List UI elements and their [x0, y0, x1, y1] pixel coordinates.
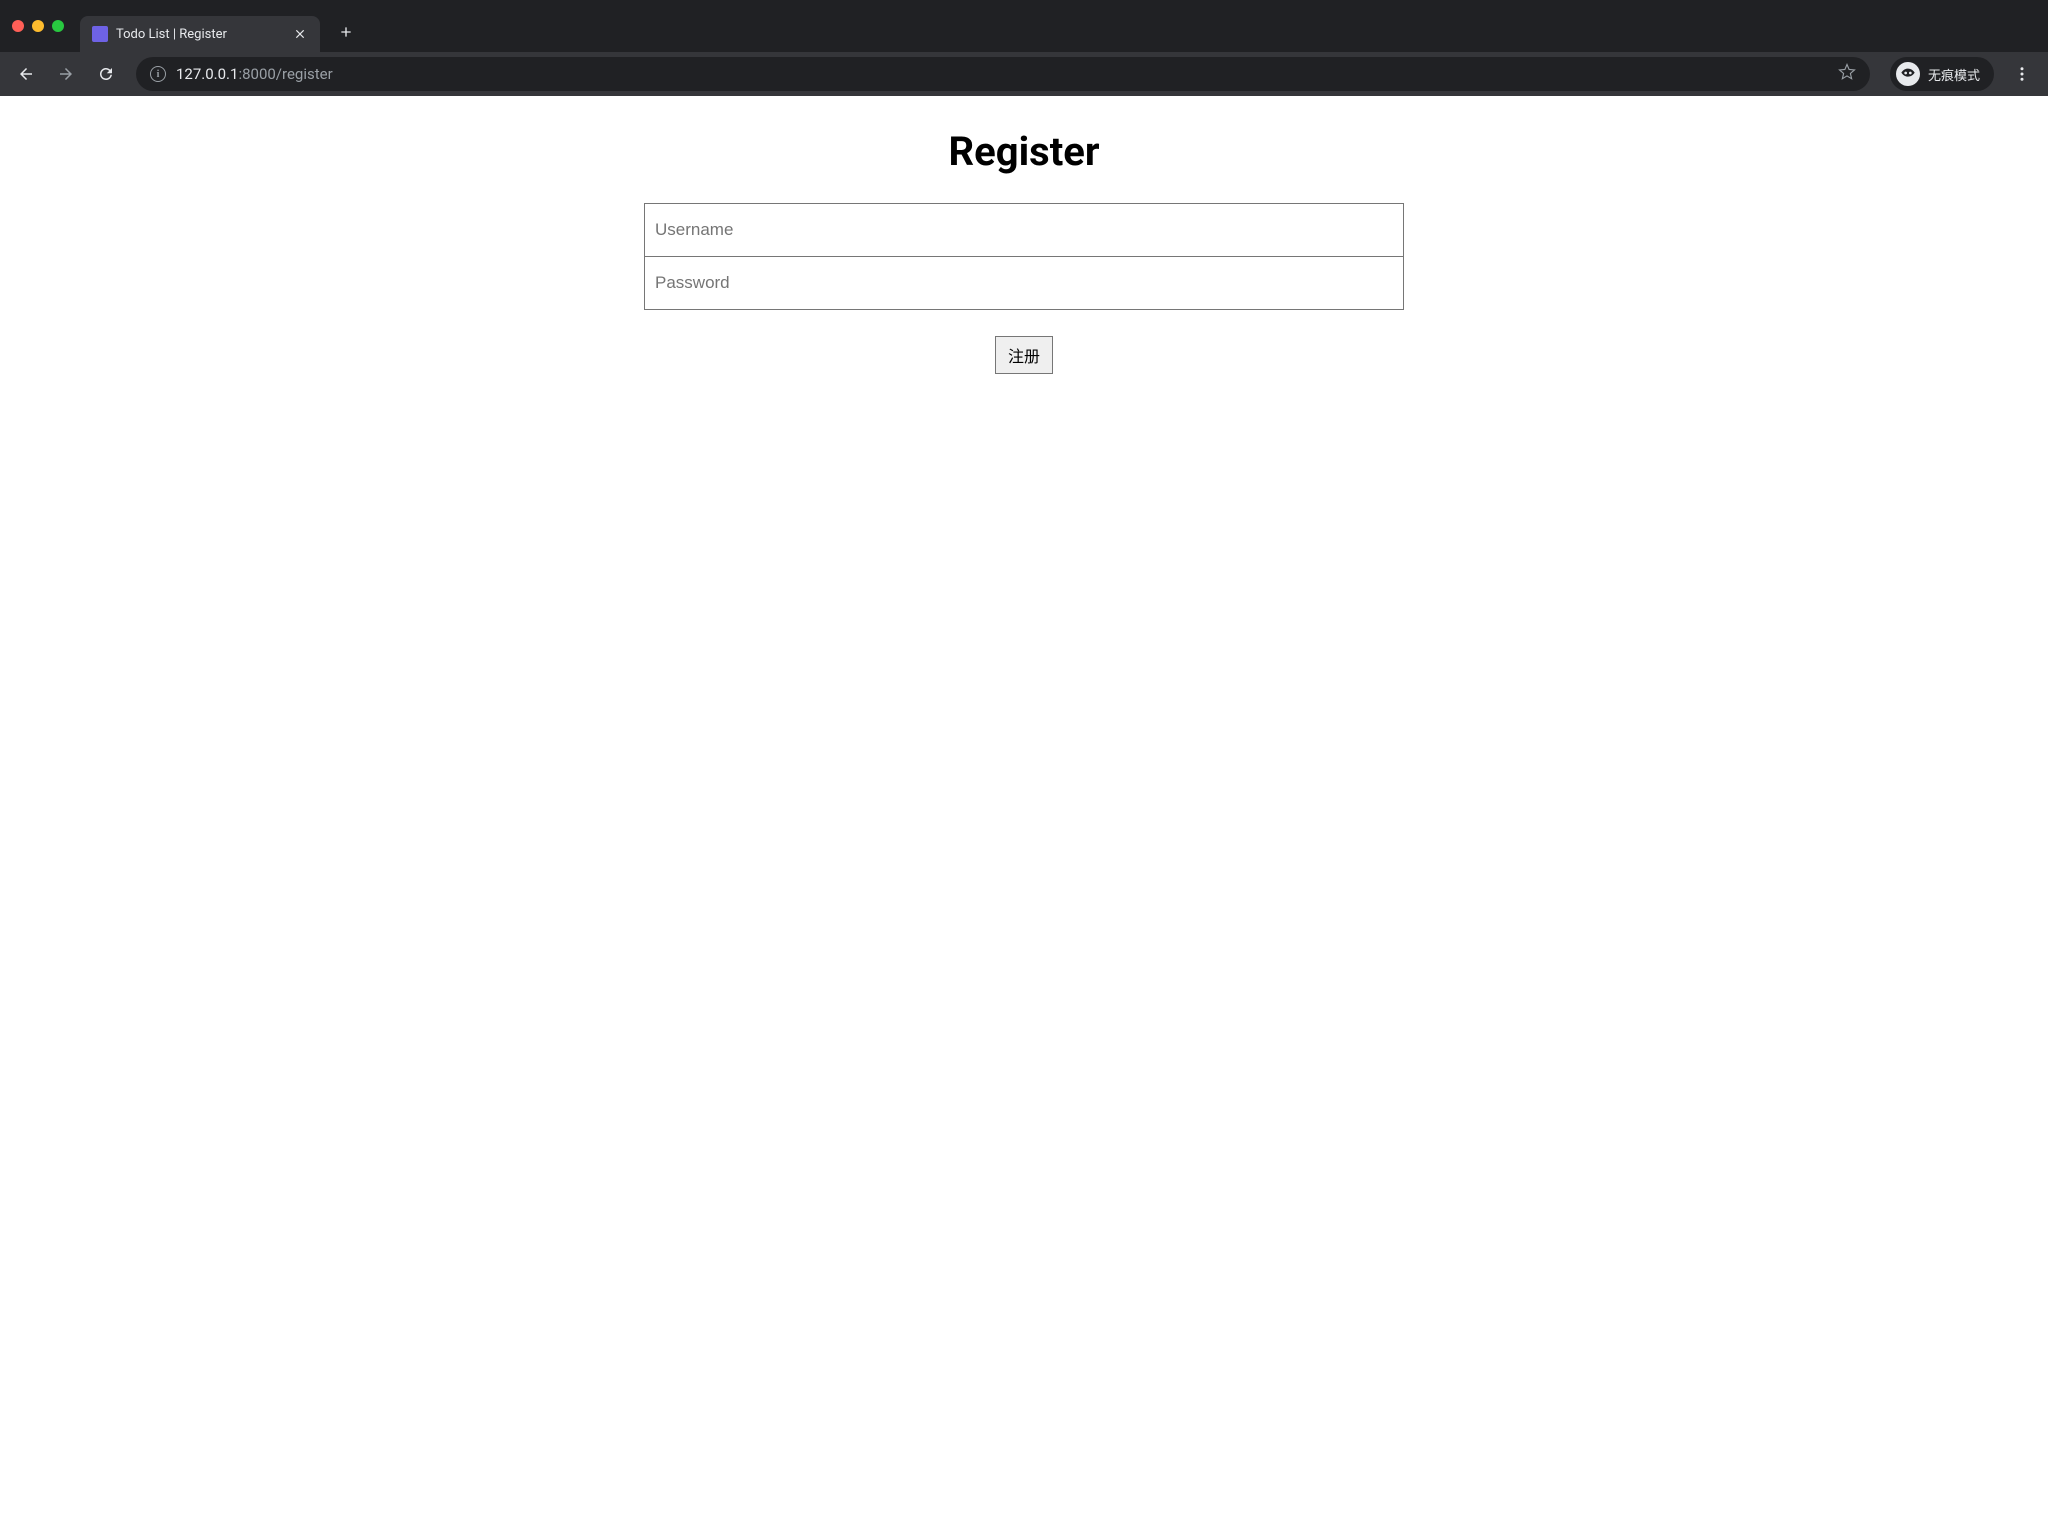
password-input[interactable] — [644, 256, 1404, 310]
browser-menu-button[interactable] — [2006, 58, 2038, 90]
register-form: 注册 — [644, 203, 1404, 374]
site-info-icon[interactable]: i — [150, 66, 166, 82]
new-tab-button[interactable] — [332, 18, 360, 46]
incognito-label: 无痕模式 — [1928, 65, 1980, 84]
reload-button[interactable] — [90, 58, 122, 90]
tab-title: Todo List | Register — [116, 27, 284, 42]
browser-chrome: Todo List | Register i 127.0.0.1:8000/re… — [0, 0, 2048, 96]
tab-close-icon[interactable] — [292, 26, 308, 42]
window-minimize-button[interactable] — [32, 20, 44, 32]
browser-toolbar: i 127.0.0.1:8000/register 无痕模式 — [0, 52, 2048, 96]
tab-favicon — [92, 26, 108, 42]
username-input[interactable] — [644, 203, 1404, 257]
page-content: Register 注册 — [0, 96, 2048, 394]
incognito-icon — [1896, 62, 1920, 86]
window-maximize-button[interactable] — [52, 20, 64, 32]
incognito-badge[interactable]: 无痕模式 — [1890, 57, 1994, 91]
window-close-button[interactable] — [12, 20, 24, 32]
url-path: :8000/register — [238, 65, 332, 83]
url-text: 127.0.0.1:8000/register — [176, 65, 1828, 83]
browser-tab[interactable]: Todo List | Register — [80, 16, 320, 52]
page-title: Register — [20, 128, 2028, 175]
window-controls — [12, 20, 64, 32]
tab-bar: Todo List | Register — [0, 0, 2048, 52]
bookmark-star-icon[interactable] — [1838, 63, 1856, 85]
url-host: 127.0.0.1 — [176, 65, 238, 83]
address-bar[interactable]: i 127.0.0.1:8000/register — [136, 57, 1870, 91]
register-button[interactable]: 注册 — [995, 336, 1053, 374]
back-button[interactable] — [10, 58, 42, 90]
forward-button[interactable] — [50, 58, 82, 90]
